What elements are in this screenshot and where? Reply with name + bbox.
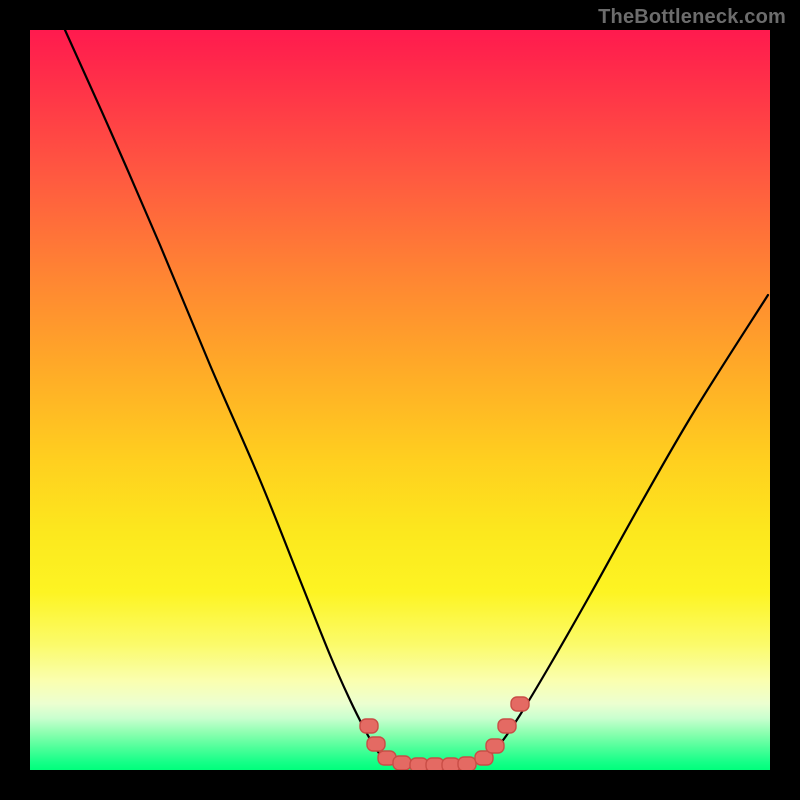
watermark-text: TheBottleneck.com — [598, 6, 786, 29]
marker-group — [360, 697, 529, 770]
marker-point — [511, 697, 529, 711]
marker-point — [367, 737, 385, 751]
marker-point — [393, 756, 411, 770]
marker-point — [458, 757, 476, 770]
marker-point — [498, 719, 516, 733]
marker-point — [486, 739, 504, 753]
bottleneck-curve — [65, 30, 768, 765]
chart-svg — [30, 30, 770, 770]
chart-frame: TheBottleneck.com — [0, 0, 800, 800]
marker-point — [360, 719, 378, 733]
plot-area — [30, 30, 770, 770]
